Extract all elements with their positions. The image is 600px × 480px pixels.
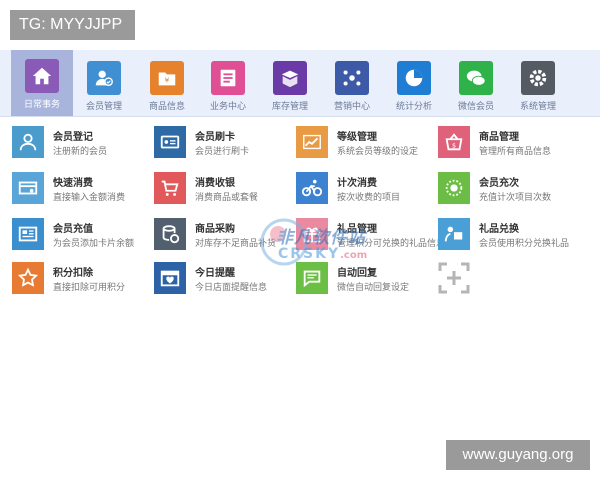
tile-description: 会员进行刷卡 — [195, 147, 250, 157]
card-icon — [154, 126, 186, 158]
svg-text:¥: ¥ — [165, 76, 170, 85]
recharge-count-icon — [438, 172, 470, 204]
tile-description: 为会员添加卡片余额 — [53, 239, 135, 249]
tile-recharge[interactable]: 会员充值为会员添加卡片余额 — [12, 218, 152, 254]
tile-title: 礼品兑换 — [479, 224, 519, 235]
tile-title: 快速消费 — [53, 178, 93, 189]
cycle-icon — [296, 172, 328, 204]
nav-item-label: 会员管理 — [85, 102, 122, 112]
member-icon — [87, 61, 121, 95]
nav-item-business[interactable]: 业务中心 — [197, 55, 259, 115]
nav-item-marketing[interactable]: 营销中心 — [321, 55, 383, 115]
quick-pay-icon — [12, 172, 44, 204]
nav-item-settings[interactable]: 系统管理 — [507, 55, 569, 115]
tile-user[interactable]: 会员登记注册新的会员 — [12, 126, 152, 162]
tile-description: 消费商品或套餐 — [195, 193, 259, 203]
tile-exchange[interactable]: 礼品兑换会员使用积分兑换礼品 — [438, 218, 578, 254]
nav-item-label: 微信会员 — [457, 102, 494, 112]
marketing-icon — [335, 61, 369, 95]
purchase-icon — [154, 218, 186, 250]
nav-item-label: 系统管理 — [519, 102, 556, 112]
tile-description: 注册新的会员 — [53, 147, 108, 157]
watermark-text-cn: 非凡软件站 — [276, 228, 366, 248]
tg-label: TG: MYYJJPP — [10, 10, 135, 40]
tile-description: 充值计次项目次数 — [479, 193, 552, 203]
tile-description: 直接输入金额消费 — [53, 193, 126, 203]
tile-cart[interactable]: 消费收银消费商品或套餐 — [154, 172, 294, 208]
tile-title: 会员充值 — [53, 224, 93, 235]
wechat-icon — [459, 61, 493, 95]
tile-description: 会员使用积分兑换礼品 — [479, 239, 570, 249]
tile-title: 会员登记 — [53, 132, 93, 143]
top-navigation: 日常事务 会员管理 ¥ 商品信息 业务中心 库存管理 营销中心 统计分析 微信会员 系统管理 — [0, 50, 600, 117]
calendar-icon — [154, 262, 186, 294]
watermark-text-en: CRSKY.com — [278, 246, 367, 262]
nav-item-member[interactable]: 会员管理 — [73, 55, 135, 115]
nav-item-label: 日常事务 — [23, 100, 60, 110]
nav-item-wechat[interactable]: 微信会员 — [445, 55, 507, 115]
tile-title: 消费收银 — [195, 178, 235, 189]
tile-description: 管理所有商品信息 — [479, 147, 552, 157]
exchange-icon — [438, 218, 470, 250]
shop-icon: $ — [438, 126, 470, 158]
watermark-brand: CRSKY — [278, 246, 341, 262]
watermark-logo: 非凡软件站 CRSKY.com — [258, 208, 386, 278]
tile-title: 今日提醒 — [195, 268, 235, 279]
tile-description: 直接扣除可用积分 — [53, 283, 126, 293]
tile-description: 系统会员等级的设定 — [337, 147, 419, 157]
tile-description: 今日店面提醒信息 — [195, 283, 268, 293]
tile-description: 按次收费的项目 — [337, 193, 401, 203]
level-icon — [296, 126, 328, 158]
tile-level[interactable]: 等级管理系统会员等级的设定 — [296, 126, 436, 162]
site-url-label: www.guyang.org — [446, 440, 590, 470]
svg-text:$: $ — [452, 142, 456, 150]
tile-description: 微信自动回复设定 — [337, 283, 410, 293]
nav-item-label: 营销中心 — [333, 102, 370, 112]
stock-icon — [273, 61, 307, 95]
nav-item-label: 库存管理 — [271, 102, 308, 112]
tile-title: 积分扣除 — [53, 268, 93, 279]
tile-recharge-count[interactable]: 会员充次充值计次项目次数 — [438, 172, 578, 208]
cart-icon — [154, 172, 186, 204]
tile-title: 会员充次 — [479, 178, 519, 189]
nav-item-label: 统计分析 — [395, 102, 432, 112]
nav-item-label: 商品信息 — [148, 102, 185, 112]
home-icon — [25, 59, 59, 93]
nav-item-label: 业务中心 — [209, 102, 246, 112]
tile-shop[interactable]: $ 商品管理管理所有商品信息 — [438, 126, 578, 162]
tile-quick-pay[interactable]: 快速消费直接输入金额消费 — [12, 172, 152, 208]
add-shortcut-icon[interactable] — [438, 262, 470, 294]
recharge-icon — [12, 218, 44, 250]
tile-title: 商品管理 — [479, 132, 519, 143]
nav-item-stock[interactable]: 库存管理 — [259, 55, 321, 115]
nav-item-home[interactable]: 日常事务 — [11, 50, 73, 116]
tile-title: 等级管理 — [337, 132, 377, 143]
nav-item-stats[interactable]: 统计分析 — [383, 55, 445, 115]
watermark-suffix: .com — [340, 250, 368, 261]
settings-icon — [521, 61, 555, 95]
nav-item-product[interactable]: ¥ 商品信息 — [136, 55, 198, 115]
product-icon: ¥ — [150, 61, 184, 95]
user-icon — [12, 126, 44, 158]
tile-card[interactable]: 会员刷卡会员进行刷卡 — [154, 126, 294, 162]
star-icon — [12, 262, 44, 294]
tile-title: 计次消费 — [337, 178, 377, 189]
stats-icon — [397, 61, 431, 95]
tile-title: 商品采购 — [195, 224, 235, 235]
tile-title: 会员刷卡 — [195, 132, 235, 143]
tile-cycle[interactable]: 计次消费按次收费的项目 — [296, 172, 436, 208]
business-icon — [211, 61, 245, 95]
tile-star[interactable]: 积分扣除直接扣除可用积分 — [12, 262, 152, 298]
